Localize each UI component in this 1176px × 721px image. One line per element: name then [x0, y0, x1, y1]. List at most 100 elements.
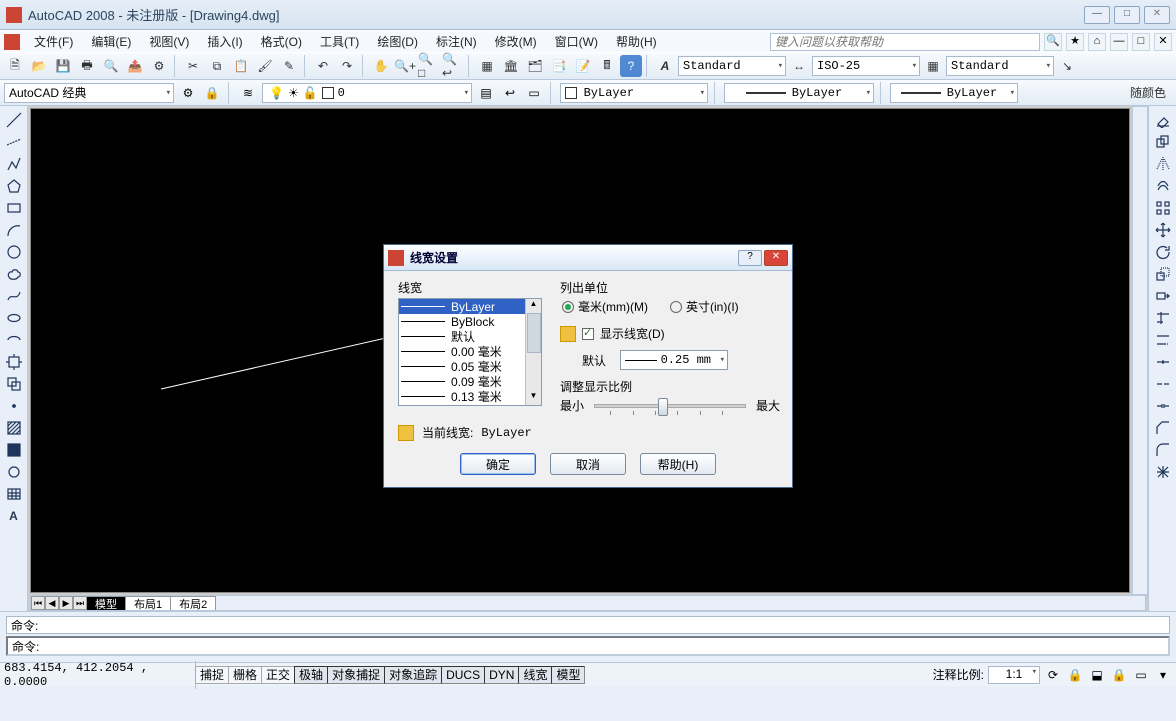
annoscale-sync-icon[interactable]: ⟳ [1044, 666, 1062, 684]
annoscale-lock-icon[interactable]: 🔒 [1066, 666, 1084, 684]
join-tool-icon[interactable] [1152, 396, 1174, 416]
polygon-tool-icon[interactable] [3, 176, 25, 196]
dialog-title-bar[interactable]: 线宽设置 ? ✕ [384, 245, 792, 271]
polyline-tool-icon[interactable] [3, 154, 25, 174]
menu-minimize-icon[interactable]: — [1110, 33, 1128, 51]
lineweight-listbox[interactable]: ByLayerByBlock默认0.00 毫米0.05 毫米0.09 毫米0.1… [398, 298, 542, 406]
zoom-win-icon[interactable]: 🔍□ [418, 55, 440, 77]
properties-icon[interactable]: ▦ [476, 55, 498, 77]
text-style-select[interactable]: Standard [678, 56, 786, 76]
paste-icon[interactable]: 📋 [230, 55, 252, 77]
status-toggle-线宽[interactable]: 线宽 [518, 666, 552, 684]
region-tool-icon[interactable] [3, 462, 25, 482]
break-at-tool-icon[interactable] [1152, 352, 1174, 372]
lw-list-item[interactable]: 0.13 毫米 [399, 389, 541, 404]
linetype-select[interactable]: ByLayer [724, 83, 874, 103]
ws-switch-icon[interactable]: ⬓ [1088, 666, 1106, 684]
matchprop-icon[interactable]: 🖌 [254, 55, 276, 77]
listbox-scrollbar[interactable]: ▲▼ [525, 299, 541, 405]
command-input[interactable]: 命令: [6, 636, 1170, 656]
rotate-tool-icon[interactable] [1152, 242, 1174, 262]
maximize-button[interactable]: □ [1114, 6, 1140, 24]
help-icon[interactable]: ? [620, 55, 642, 77]
dcenter-icon[interactable]: 🏛 [500, 55, 522, 77]
table-style-select[interactable]: Standard [946, 56, 1054, 76]
dialog-help-btn[interactable]: 帮助(H) [640, 453, 716, 475]
mtext-tool-icon[interactable]: A [3, 506, 25, 526]
help-search-input[interactable]: 键入问题以获取帮助 [770, 33, 1040, 51]
menu-tools[interactable]: 工具(T) [312, 32, 367, 51]
layer-select[interactable]: 💡 ☀ 🔓 0 [262, 83, 472, 103]
unit-mm-radio[interactable]: 毫米(mm)(M) [562, 298, 648, 315]
make-block-tool-icon[interactable] [3, 374, 25, 394]
status-menu-icon[interactable]: ▾ [1154, 666, 1172, 684]
lw-list-item[interactable]: 默认 [399, 329, 541, 344]
revcloud-tool-icon[interactable] [3, 264, 25, 284]
undo-icon[interactable]: ↶ [312, 55, 334, 77]
status-toggle-栅格[interactable]: 栅格 [228, 666, 262, 684]
menu-format[interactable]: 格式(O) [253, 32, 310, 51]
save-icon[interactable]: 💾 [52, 55, 74, 77]
dimstyle-icon[interactable]: ↔ [788, 55, 810, 77]
offset-tool-icon[interactable] [1152, 176, 1174, 196]
explode-tool-icon[interactable] [1152, 462, 1174, 482]
status-toggle-模型[interactable]: 模型 [551, 666, 585, 684]
multileader-icon[interactable]: ↘ [1056, 55, 1078, 77]
brush-icon[interactable]: ✎ [278, 55, 300, 77]
lineweight-select[interactable]: ByLayer [890, 83, 1018, 103]
color-select[interactable]: ByLayer [560, 83, 708, 103]
break-tool-icon[interactable] [1152, 374, 1174, 394]
lw-list-item[interactable]: 0.00 毫米 [399, 344, 541, 359]
layer-iso-icon[interactable]: ▭ [524, 83, 544, 103]
annoscale-select[interactable]: 1:1 [988, 666, 1040, 684]
stretch-tool-icon[interactable] [1152, 286, 1174, 306]
layer-prev-icon[interactable]: ↩ [500, 83, 520, 103]
hatch-tool-icon[interactable] [3, 418, 25, 438]
tool-pal-icon[interactable]: 🗂 [524, 55, 546, 77]
display-lw-checkbox[interactable] [582, 328, 594, 340]
insert-block-tool-icon[interactable] [3, 352, 25, 372]
array-tool-icon[interactable] [1152, 198, 1174, 218]
search-icon[interactable]: 🔍 [1044, 33, 1062, 51]
minimize-button[interactable]: — [1084, 6, 1110, 24]
status-toggle-正交[interactable]: 正交 [261, 666, 295, 684]
default-lw-select[interactable]: 0.25 mm [620, 350, 728, 370]
point-tool-icon[interactable] [3, 396, 25, 416]
lw-list-item[interactable]: ByBlock [399, 314, 541, 329]
display-scale-slider[interactable] [594, 404, 746, 408]
spline-tool-icon[interactable] [3, 286, 25, 306]
status-toggle-对象追踪[interactable]: 对象追踪 [384, 666, 442, 684]
new-icon[interactable]: 🗎 [4, 55, 26, 77]
lw-list-item[interactable]: 0.09 毫米 [399, 374, 541, 389]
plot-preview-icon[interactable]: 🔍 [100, 55, 122, 77]
toolbar-ui-lock-icon[interactable]: 🔒 [1110, 666, 1128, 684]
toolbar-lock-icon[interactable]: 🔒 [202, 83, 222, 103]
menu-insert[interactable]: 插入(I) [199, 32, 250, 51]
status-toggle-捕捉[interactable]: 捕捉 [195, 666, 229, 684]
open-icon[interactable]: 📂 [28, 55, 50, 77]
line-tool-icon[interactable] [3, 110, 25, 130]
trim-tool-icon[interactable] [1152, 308, 1174, 328]
table-tool-icon[interactable] [3, 484, 25, 504]
move-tool-icon[interactable] [1152, 220, 1174, 240]
lw-list-item[interactable]: 0.05 毫米 [399, 359, 541, 374]
chamfer-tool-icon[interactable] [1152, 418, 1174, 438]
cut-icon[interactable]: ✂ [182, 55, 204, 77]
zoom-rt-icon[interactable]: 🔍+ [394, 55, 416, 77]
arc-tool-icon[interactable] [3, 220, 25, 240]
menu-help[interactable]: 帮助(H) [608, 32, 665, 51]
menu-dimen[interactable]: 标注(N) [428, 32, 485, 51]
clean-screen-icon[interactable]: ▭ [1132, 666, 1150, 684]
workspace-select[interactable]: AutoCAD 经典 [4, 83, 174, 103]
ellipse-tool-icon[interactable] [3, 308, 25, 328]
menu-close-icon[interactable]: ✕ [1154, 33, 1172, 51]
menu-window[interactable]: 窗口(W) [547, 32, 606, 51]
dim-style-select[interactable]: ISO-25 [812, 56, 920, 76]
status-toggle-极轴[interactable]: 极轴 [294, 666, 328, 684]
sheet-icon[interactable]: 📑 [548, 55, 570, 77]
menu-modify[interactable]: 修改(M) [487, 32, 545, 51]
lw-list-item[interactable]: ByLayer [399, 299, 541, 314]
menu-edit[interactable]: 编辑(E) [83, 32, 139, 51]
vertical-scrollbar[interactable] [1132, 106, 1148, 595]
dialog-close-button[interactable]: ✕ [764, 250, 788, 266]
